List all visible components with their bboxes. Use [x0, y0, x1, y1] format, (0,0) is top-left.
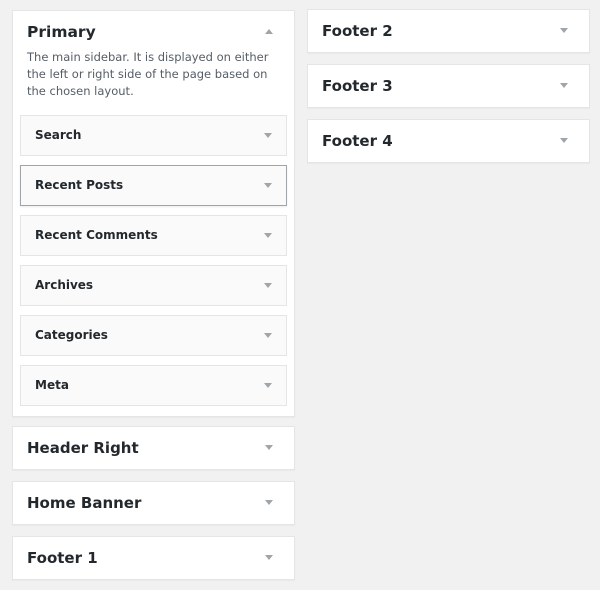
expand-arrow-icon[interactable]: [264, 233, 272, 238]
expand-arrow-icon[interactable]: [560, 28, 568, 33]
sidebar-area-title[interactable]: Header Right: [27, 439, 139, 457]
sidebar-area-title[interactable]: Primary: [27, 23, 96, 41]
sidebar-area-footer-3[interactable]: Footer 3: [307, 64, 590, 108]
widget-title: Recent Posts: [35, 178, 124, 192]
widget-title: Categories: [35, 328, 108, 342]
expand-arrow-icon[interactable]: [264, 383, 272, 388]
sidebar-area-footer-2[interactable]: Footer 2: [307, 9, 590, 53]
sidebar-area-title[interactable]: Footer 4: [322, 132, 393, 150]
expand-arrow-icon[interactable]: [264, 183, 272, 188]
sidebar-area-description: The main sidebar. It is displayed on eit…: [27, 50, 269, 98]
widget-meta[interactable]: Meta: [20, 365, 287, 406]
sidebar-area-title[interactable]: Footer 1: [27, 549, 98, 567]
expand-arrow-icon[interactable]: [264, 333, 272, 338]
expand-arrow-icon[interactable]: [265, 445, 273, 450]
widget-archives[interactable]: Archives: [20, 265, 287, 306]
expand-arrow-icon[interactable]: [560, 138, 568, 143]
widget-title: Search: [35, 128, 82, 142]
sidebar-area-footer-4[interactable]: Footer 4: [307, 119, 590, 163]
sidebar-area-primary: Primary The main sidebar. It is displaye…: [12, 10, 295, 417]
widget-search[interactable]: Search: [20, 115, 287, 156]
expand-arrow-icon[interactable]: [264, 133, 272, 138]
widget-recent-comments[interactable]: Recent Comments: [20, 215, 287, 256]
sidebar-area-title[interactable]: Footer 2: [322, 22, 393, 40]
widget-title: Recent Comments: [35, 228, 158, 242]
expand-arrow-icon[interactable]: [264, 283, 272, 288]
widget-recent-posts[interactable]: Recent Posts: [20, 165, 287, 206]
widget-categories[interactable]: Categories: [20, 315, 287, 356]
collapse-arrow-icon[interactable]: [265, 29, 273, 34]
sidebar-area-footer-1[interactable]: Footer 1: [12, 536, 295, 580]
sidebar-area-title[interactable]: Footer 3: [322, 77, 393, 95]
sidebar-area-title[interactable]: Home Banner: [27, 494, 141, 512]
widget-title: Archives: [35, 278, 94, 292]
expand-arrow-icon[interactable]: [265, 555, 273, 560]
expand-arrow-icon[interactable]: [560, 83, 568, 88]
sidebar-area-home-banner[interactable]: Home Banner: [12, 481, 295, 525]
sidebar-area-header-right[interactable]: Header Right: [12, 426, 295, 470]
expand-arrow-icon[interactable]: [265, 500, 273, 505]
widget-title: Meta: [35, 378, 69, 392]
